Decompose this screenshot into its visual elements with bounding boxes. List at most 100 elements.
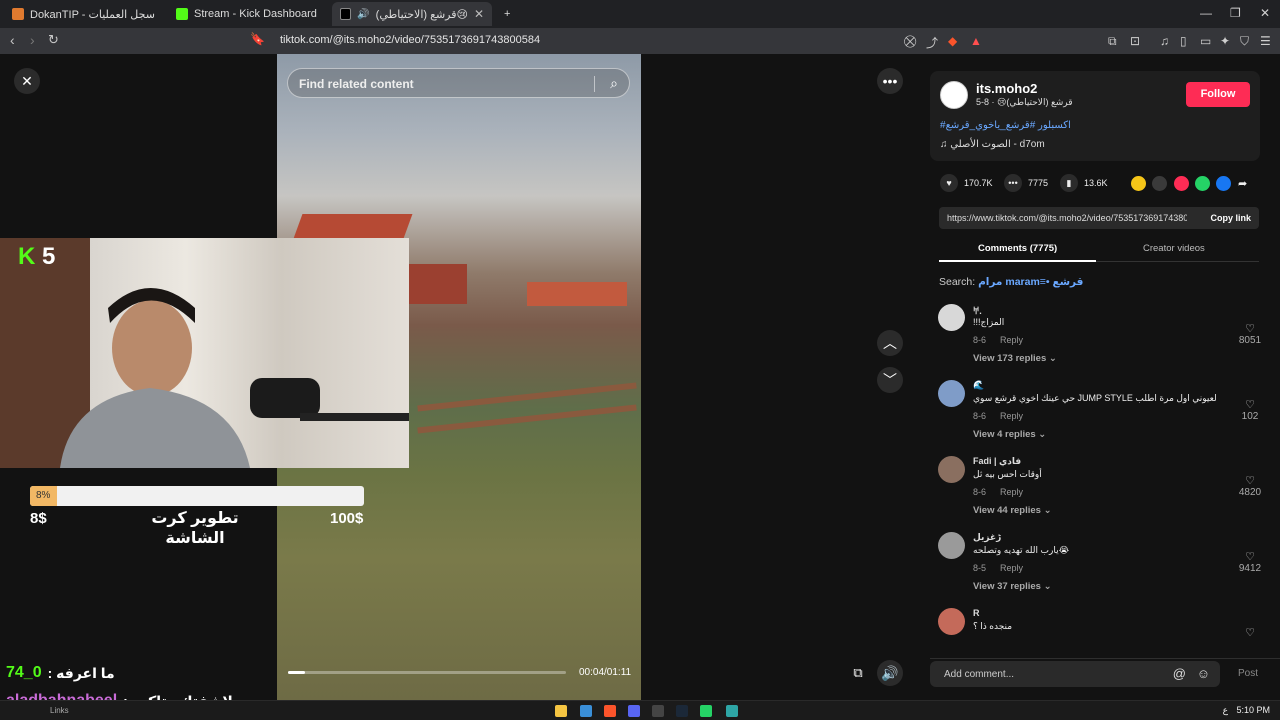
tab-title: DokanTIP - سجل العمليات (30, 8, 155, 21)
audio-icon: 🔊 (357, 8, 370, 20)
follow-button[interactable]: Follow (1186, 82, 1250, 107)
copy-link-button[interactable]: Copy link (1210, 213, 1251, 223)
media-icon[interactable]: ♫ (1160, 34, 1169, 48)
facebook-icon[interactable] (1216, 176, 1231, 191)
comment-like[interactable]: ♡ 8051 (1232, 322, 1268, 346)
reload-icon[interactable]: ↻ (48, 32, 59, 48)
mention-icon[interactable]: @ (1173, 666, 1186, 681)
post-button[interactable]: Post (1238, 668, 1258, 679)
music-link[interactable]: ♫ الصوت الأصلي - d7om (940, 139, 1045, 150)
whatsapp-icon[interactable] (700, 705, 712, 717)
save-button[interactable]: ▮ 13.6K (1060, 174, 1108, 192)
comment-like[interactable]: ♡ 102 (1232, 398, 1268, 422)
video-progress-bar[interactable] (288, 671, 566, 674)
wallet-icon[interactable]: ▭ (1200, 34, 1211, 48)
system-clock[interactable]: 5:10 PM (1236, 705, 1270, 715)
reply-button[interactable]: Reply (1000, 487, 1023, 497)
author-username[interactable]: its.moho2 (976, 81, 1037, 96)
leo-icon[interactable]: ✦ (1220, 34, 1230, 48)
extensions-icon[interactable]: ⧉ (1108, 34, 1117, 49)
comment-author[interactable]: ڑغزيل (973, 532, 1001, 543)
comment-like[interactable]: ♡ (1232, 626, 1268, 639)
more-options-button[interactable]: ••• (877, 68, 903, 94)
file-explorer-icon[interactable] (555, 705, 567, 717)
comment-author[interactable]: Fadi | فادي (973, 456, 1021, 467)
edge-icon[interactable] (580, 705, 592, 717)
brave-shield-icon[interactable]: ◆ (948, 34, 957, 48)
input-language[interactable]: ع (1223, 705, 1228, 716)
close-tab-icon[interactable]: ✕ (474, 7, 484, 21)
steam-icon[interactable] (676, 705, 688, 717)
brave-rewards-icon[interactable]: ▲ (970, 34, 982, 48)
avatar[interactable] (938, 304, 965, 331)
comment-search-suggestion[interactable]: Search: مرام maram≡• قرشع (939, 276, 1083, 288)
comment-like[interactable]: ♡ 9412 (1232, 550, 1268, 574)
bookmark-icon: ▮ (1060, 174, 1078, 192)
view-replies-button[interactable]: View 173 replies ⌄ (973, 353, 1057, 364)
previous-video-button[interactable]: ︿ (877, 330, 903, 356)
sidebar-icon[interactable]: ▯ (1180, 34, 1187, 48)
search-icon[interactable]: ⌕ (610, 75, 618, 92)
reply-button[interactable]: Reply (1000, 335, 1023, 345)
video-caption[interactable]: #اكسبلور #قرشع_ياخوي_قرشع (940, 120, 1071, 131)
avatar[interactable] (938, 380, 965, 407)
avatar[interactable] (940, 81, 968, 109)
tab-title: Stream - Kick Dashboard (194, 8, 317, 20)
discord-icon[interactable] (628, 705, 640, 717)
menu-icon[interactable]: ☰ (1260, 34, 1271, 48)
brave-icon[interactable] (604, 705, 616, 717)
share-link[interactable]: https://www.tiktok.com/@its.moho2/video/… (947, 213, 1187, 223)
comment-like[interactable]: ♡ 4820 (1232, 474, 1268, 498)
repost-icon[interactable] (1131, 176, 1146, 191)
emoji-icon[interactable]: ☺ (1197, 666, 1210, 681)
author-display-name: قرشع (الاحتياطي)😢 · 8-5 (976, 97, 1073, 107)
minimize-icon[interactable]: — (1200, 6, 1212, 20)
avatar[interactable] (938, 532, 965, 559)
avatar[interactable] (938, 608, 965, 635)
tab-creator-videos[interactable]: Creator videos (1143, 243, 1205, 254)
volume-button[interactable]: 🔊 (877, 660, 903, 686)
forward-icon[interactable]: › (30, 32, 35, 48)
tab-comments[interactable]: Comments (7775) (978, 243, 1057, 254)
send-icon[interactable] (1174, 176, 1189, 191)
back-icon[interactable]: ‹ (10, 32, 15, 48)
goal-target: 100$ (330, 510, 364, 527)
obs-icon[interactable] (652, 705, 664, 717)
streamer-figure (60, 288, 409, 468)
tab-dokantip[interactable]: DokanTIP - سجل العمليات (4, 2, 164, 26)
new-tab-button[interactable]: + (496, 2, 516, 26)
tab-kick-dashboard[interactable]: Stream - Kick Dashboard (168, 2, 328, 26)
close-window-icon[interactable]: ✕ (1260, 6, 1270, 20)
comment-input[interactable]: Add comment... @ ☺ (930, 661, 1220, 687)
comment-author[interactable]: 🌊 (973, 380, 984, 391)
comment-author[interactable]: 𐀀. (973, 304, 982, 317)
author-card: its.moho2 قرشع (الاحتياطي)😢 · 8-5 Follow… (930, 71, 1260, 161)
like-button[interactable]: ♥ 170.7K (940, 174, 993, 192)
translate-icon[interactable]: ⛒ (904, 34, 916, 49)
links-toolbar[interactable]: Links (50, 706, 69, 715)
find-related-search[interactable]: Find related content ⌕ (287, 68, 630, 98)
restore-icon[interactable]: ❐ (1230, 6, 1241, 20)
reply-button[interactable]: Reply (1000, 411, 1023, 421)
view-replies-button[interactable]: View 44 replies ⌄ (973, 505, 1052, 516)
bookmark-icon[interactable]: 🔖 (250, 32, 265, 46)
embed-icon[interactable] (1152, 176, 1167, 191)
avatar[interactable] (938, 456, 965, 483)
url-field[interactable]: tiktok.com/@its.moho2/video/753517369174… (280, 34, 540, 46)
comment-author[interactable]: R (973, 608, 980, 618)
tab-tiktok[interactable]: 🔊 قرشع (الاحتياطي)😢 (@its.moho2 ✕ (332, 2, 492, 26)
share-arrow-icon[interactable]: ➦ (1238, 177, 1247, 190)
close-video-button[interactable]: ✕ (14, 68, 40, 94)
share-page-icon[interactable]: ⤴ (926, 34, 938, 51)
picture-in-picture-button[interactable]: ⧉ (845, 660, 871, 686)
reply-button[interactable]: Reply (1000, 563, 1023, 573)
next-video-button[interactable]: ﹀ (877, 367, 903, 393)
whatsapp-icon[interactable] (1195, 176, 1210, 191)
screenshot-icon[interactable]: ⊡ (1130, 34, 1140, 48)
comment-button[interactable]: ••• 7775 (1004, 174, 1048, 192)
view-replies-button[interactable]: View 37 replies ⌄ (973, 581, 1052, 592)
vpn-icon[interactable]: ⛉ (1240, 34, 1249, 49)
view-replies-button[interactable]: View 4 replies ⌄ (973, 429, 1046, 440)
comment-meta: 8-6 Reply (973, 487, 1024, 497)
app-icon[interactable] (726, 705, 738, 717)
